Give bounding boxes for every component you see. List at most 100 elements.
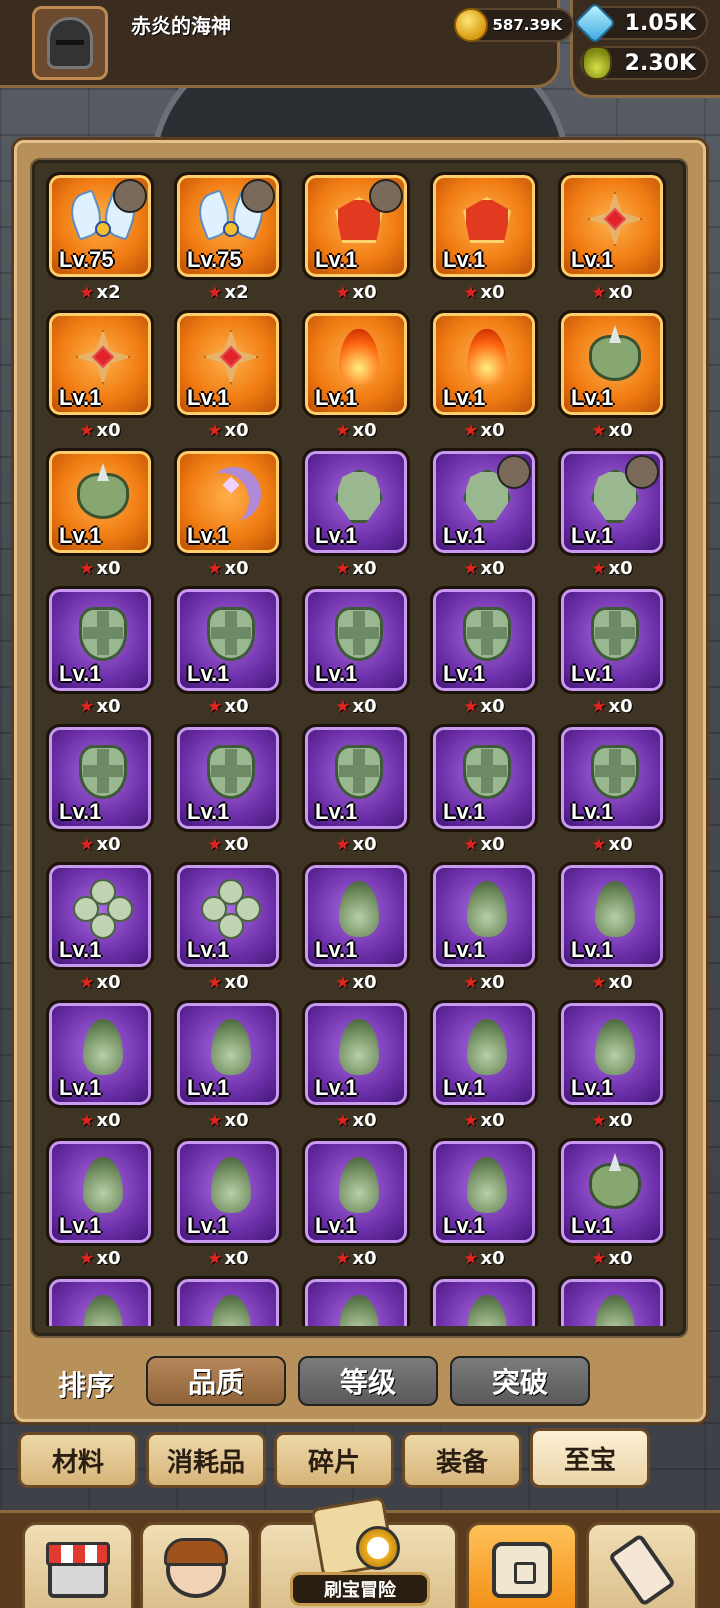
treasure-item[interactable]: Lv.1 ★ x0 — [558, 310, 666, 441]
tab-treasures[interactable]: 至宝 — [530, 1428, 650, 1488]
treasure-item[interactable]: Lv.1 ★ x0 — [430, 724, 538, 855]
treasure-item[interactable]: Lv.1 ★ x0 — [174, 1138, 282, 1269]
item-level: Lv.1 — [443, 661, 486, 686]
star-icon: ★ — [591, 421, 607, 441]
treasure-item[interactable]: Lv.1 ★ x0 — [430, 1138, 538, 1269]
treasure-item[interactable]: Lv.75 ★ x2 — [174, 172, 282, 303]
star-icon: ★ — [207, 559, 223, 579]
treasure-item[interactable]: Lv.1 ★ x0 — [174, 586, 282, 717]
star-count-value: x0 — [480, 558, 505, 579]
treasure-item[interactable]: Lv.1 ★ x0 — [558, 1138, 666, 1269]
tab-consumables[interactable]: 消耗品 — [146, 1432, 266, 1488]
inventory-scroll-area[interactable]: Lv.75 ★ x2 Lv.75 ★ x2 Lv.1 ★ x0 Lv.1 ★ x0 Lv.1 ★ x0 Lv.… — [32, 162, 686, 1326]
treasure-item[interactable]: Lv.1 ★ x0 — [174, 448, 282, 579]
nav-bag[interactable] — [466, 1522, 578, 1608]
item-level: Lv.1 — [187, 1075, 230, 1100]
treasure-item[interactable]: Lv.1 ★ x0 — [558, 448, 666, 579]
treasure-item[interactable]: Lv.1 ★ x0 — [430, 586, 538, 717]
treasure-card — [46, 1276, 154, 1326]
shield-treasure-icon — [327, 601, 391, 665]
treasure-item[interactable]: Lv.1 ★ x0 — [430, 862, 538, 993]
gold-counter[interactable]: 587.39K — [454, 8, 574, 42]
treasure-item[interactable]: Lv.1 ★ x0 — [558, 172, 666, 303]
star-count-value: x0 — [352, 1248, 377, 1269]
tab-fragments[interactable]: 碎片 — [274, 1432, 394, 1488]
gem-counter[interactable]: 1.05K — [573, 1, 708, 45]
treasure-item[interactable]: Lv.1 ★ x0 — [302, 724, 410, 855]
treasure-item[interactable] — [430, 1276, 538, 1326]
gem-amount: 1.05K — [624, 10, 696, 36]
treasure-item[interactable]: Lv.1 ★ x0 — [558, 586, 666, 717]
item-level: Lv.1 — [59, 1213, 102, 1238]
star-count-value: x0 — [352, 282, 377, 303]
treasure-item[interactable]: Lv.75 ★ x2 — [46, 172, 154, 303]
treasure-card: Lv.1 — [302, 724, 410, 832]
star-icon: ★ — [79, 1249, 95, 1269]
nav-forge[interactable] — [586, 1522, 698, 1608]
sort-quality-button[interactable]: 品质 — [146, 1356, 286, 1406]
item-level: Lv.1 — [571, 247, 614, 272]
clover-treasure-icon — [199, 877, 263, 941]
player-avatar[interactable] — [32, 6, 108, 80]
treasure-item[interactable]: Lv.1 ★ x0 — [46, 862, 154, 993]
cross-treasure-icon — [199, 325, 263, 389]
treasure-item[interactable]: Lv.1 ★ x0 — [302, 310, 410, 441]
treasure-item[interactable]: Lv.1 ★ x0 — [302, 448, 410, 579]
treasure-item[interactable]: Lv.1 ★ x0 — [430, 172, 538, 303]
treasure-item[interactable] — [174, 1276, 282, 1326]
treasure-item[interactable] — [558, 1276, 666, 1326]
treasure-item[interactable]: Lv.1 ★ x0 — [302, 1138, 410, 1269]
treasure-item[interactable]: Lv.1 ★ x0 — [174, 724, 282, 855]
treasure-item[interactable]: Lv.1 ★ x0 — [302, 586, 410, 717]
item-level: Lv.1 — [571, 1213, 614, 1238]
treasure-item[interactable]: Lv.1 ★ x0 — [558, 724, 666, 855]
treasure-card: Lv.75 — [46, 172, 154, 280]
potion-counter[interactable]: 2.30K — [580, 46, 708, 80]
star-count: ★ x0 — [46, 1248, 154, 1269]
treasure-item[interactable]: Lv.1 ★ x0 — [46, 586, 154, 717]
item-level: Lv.1 — [59, 661, 102, 686]
treasure-item[interactable]: Lv.1 ★ x0 — [302, 172, 410, 303]
star-count: ★ x0 — [302, 1248, 410, 1269]
star-count-value: x0 — [352, 696, 377, 717]
star-icon: ★ — [335, 835, 351, 855]
treasure-item[interactable]: Lv.1 ★ x0 — [302, 1000, 410, 1131]
player-name: 赤炎的海神 — [131, 14, 231, 38]
tab-materials[interactable]: 材料 — [18, 1432, 138, 1488]
star-icon: ★ — [463, 1111, 479, 1131]
cross-treasure-icon — [71, 325, 135, 389]
treasure-item[interactable]: Lv.1 ★ x0 — [174, 862, 282, 993]
treasure-item[interactable]: Lv.1 ★ x0 — [174, 310, 282, 441]
backpack-icon — [492, 1542, 552, 1598]
leaf-treasure-icon — [71, 1015, 135, 1079]
potion-bottle-icon — [582, 46, 612, 80]
treasure-item[interactable]: Lv.1 ★ x0 — [46, 448, 154, 579]
sort-level-button[interactable]: 等级 — [298, 1356, 438, 1406]
treasure-card — [558, 1276, 666, 1326]
star-count-value: x0 — [96, 1110, 121, 1131]
treasure-item[interactable]: Lv.1 ★ x0 — [430, 1000, 538, 1131]
hero-icon — [164, 1538, 228, 1598]
treasure-item[interactable]: Lv.1 ★ x0 — [430, 448, 538, 579]
treasure-item[interactable]: Lv.1 ★ x0 — [174, 1000, 282, 1131]
treasure-item[interactable]: Lv.1 ★ x0 — [46, 724, 154, 855]
treasure-item[interactable] — [46, 1276, 154, 1326]
treasure-item[interactable]: Lv.1 ★ x0 — [558, 1000, 666, 1131]
item-level: Lv.1 — [443, 523, 486, 548]
treasure-item[interactable]: Lv.1 ★ x0 — [558, 862, 666, 993]
nav-heroes[interactable] — [140, 1522, 252, 1608]
star-count: ★ x2 — [46, 282, 154, 303]
star-count: ★ x0 — [430, 420, 538, 441]
treasure-item[interactable]: Lv.1 ★ x0 — [302, 862, 410, 993]
treasure-item[interactable]: Lv.1 ★ x0 — [430, 310, 538, 441]
nav-shop[interactable] — [22, 1522, 134, 1608]
star-count-value: x0 — [608, 420, 633, 441]
treasure-item[interactable] — [302, 1276, 410, 1326]
treasure-card: Lv.1 — [558, 724, 666, 832]
treasure-item[interactable]: Lv.1 ★ x0 — [46, 310, 154, 441]
treasure-item[interactable]: Lv.1 ★ x0 — [46, 1138, 154, 1269]
sort-breakthrough-button[interactable]: 突破 — [450, 1356, 590, 1406]
treasure-item[interactable]: Lv.1 ★ x0 — [46, 1000, 154, 1131]
tab-equipment[interactable]: 装备 — [402, 1432, 522, 1488]
adventure-label[interactable]: 刷宝冒险 — [290, 1572, 430, 1606]
